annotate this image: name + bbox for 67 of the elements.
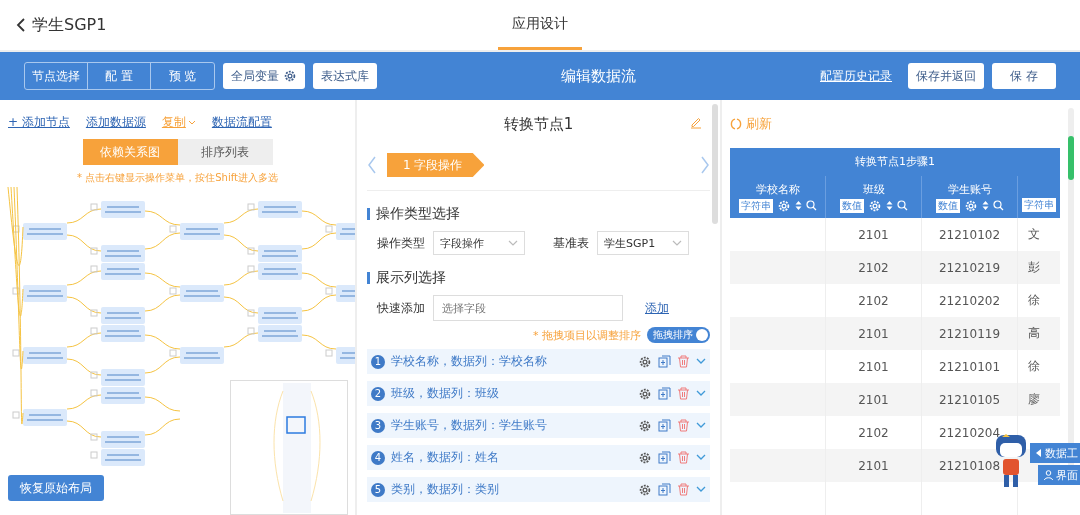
type-tag: 字符串 <box>738 198 773 213</box>
add-link[interactable]: 添加 <box>645 299 669 317</box>
drag-sort-toggle[interactable]: 拖拽排序 <box>647 327 710 343</box>
table-cell: 2101 <box>825 317 922 350</box>
table-cell: 21210119 <box>921 317 1018 350</box>
column-header[interactable]: 字符串 <box>1017 176 1060 218</box>
graph-hint: * 点击右键显示操作菜单，按住Shift进入多选 <box>76 171 279 185</box>
action-link[interactable]: 数据流配置 <box>211 114 272 131</box>
column-item[interactable]: 3 学生账号，数据列：学生账号 <box>367 413 710 438</box>
index-badge: 3 <box>371 418 385 433</box>
index-badge: 2 <box>371 386 385 401</box>
field-select-input[interactable]: 选择字段 <box>433 295 623 321</box>
column-label: 类别，数据列：类别 <box>391 481 500 498</box>
table-cell: 21210105 <box>921 383 1018 416</box>
table-cell: 徐 <box>1028 293 1040 307</box>
action-link[interactable]: + 添加节点 <box>8 114 70 131</box>
global-variables-button[interactable]: 全局变量 <box>223 63 305 89</box>
index-badge: 5 <box>371 482 385 497</box>
drag-hint: * 拖拽项目以调整排序 <box>533 327 641 343</box>
table-cell: 21210219 <box>921 251 1018 284</box>
side-tab[interactable]: 界面 <box>1038 465 1080 485</box>
table-cell: 廖 <box>1028 392 1040 406</box>
table-cell: 徐 <box>1028 359 1040 373</box>
page-title: 学生SGP1 <box>32 14 107 36</box>
expression-library-button[interactable]: 表达式库 <box>313 63 377 89</box>
column-label: 学生账号，数据列：学生账号 <box>391 417 548 434</box>
save-button[interactable]: 保 存 <box>992 63 1056 89</box>
type-tag: 数值 <box>935 198 960 213</box>
column-label: 班级，数据列：班级 <box>391 385 500 402</box>
table-cell: 2101 <box>825 383 922 416</box>
column-item[interactable]: 2 班级，数据列：班级 <box>367 381 710 406</box>
table-cell: 高 <box>1028 326 1040 340</box>
table-cell: 文 <box>1028 227 1040 241</box>
select-field[interactable]: 学生SGP1 <box>597 231 689 255</box>
toolbar-title: 编辑数据流 <box>560 66 637 86</box>
column-label: 姓名，数据列：姓名 <box>391 449 500 466</box>
table-cell: 2102 <box>825 251 922 284</box>
field-label: 快速添加 <box>377 299 425 317</box>
mode-tab[interactable]: 节点选择 <box>25 63 88 89</box>
type-tag: 数值 <box>839 198 864 213</box>
mode-tab[interactable]: 配 置 <box>88 63 151 89</box>
index-badge: 1 <box>371 354 385 369</box>
column-header[interactable]: 班级 数值 <box>825 176 922 218</box>
type-tag: 字符串 <box>1022 197 1056 212</box>
view-tab[interactable]: 排序列表 <box>177 139 273 165</box>
restore-layout-button[interactable]: 恢复原始布局 <box>8 475 104 501</box>
column-item[interactable]: 1 学校名称，数据列：学校名称 <box>367 349 710 374</box>
action-link[interactable]: 添加数据源 <box>85 114 146 131</box>
column-header[interactable]: 学校名称 字符串 <box>730 176 826 218</box>
column-item[interactable]: 5 类别，数据列：类别 <box>367 477 710 502</box>
mode-tab[interactable]: 预 览 <box>151 63 214 89</box>
table-cell: 彭 <box>1028 260 1040 274</box>
history-link[interactable]: 配置历史记录 <box>820 67 892 85</box>
select-field[interactable]: 字段操作 <box>433 231 525 255</box>
section-heading: 展示列选择 <box>376 269 446 287</box>
field-label: 操作类型 <box>377 234 425 252</box>
save-and-return-button[interactable]: 保存并返回 <box>908 63 984 89</box>
table-title: 转换节点1步骤1 <box>730 148 1060 176</box>
index-badge: 4 <box>371 450 385 465</box>
side-tab[interactable]: 数据工 <box>1030 443 1080 463</box>
column-header[interactable]: 学生账号 数值 <box>921 176 1018 218</box>
column-label: 学校名称，数据列：学校名称 <box>391 353 548 370</box>
column-item[interactable]: 4 姓名，数据列：姓名 <box>367 445 710 470</box>
table-cell: 2101 <box>825 449 922 482</box>
node-title: 转换节点1 <box>503 114 574 134</box>
field-label: 基准表 <box>553 234 589 252</box>
section-heading: 操作类型选择 <box>376 205 460 223</box>
